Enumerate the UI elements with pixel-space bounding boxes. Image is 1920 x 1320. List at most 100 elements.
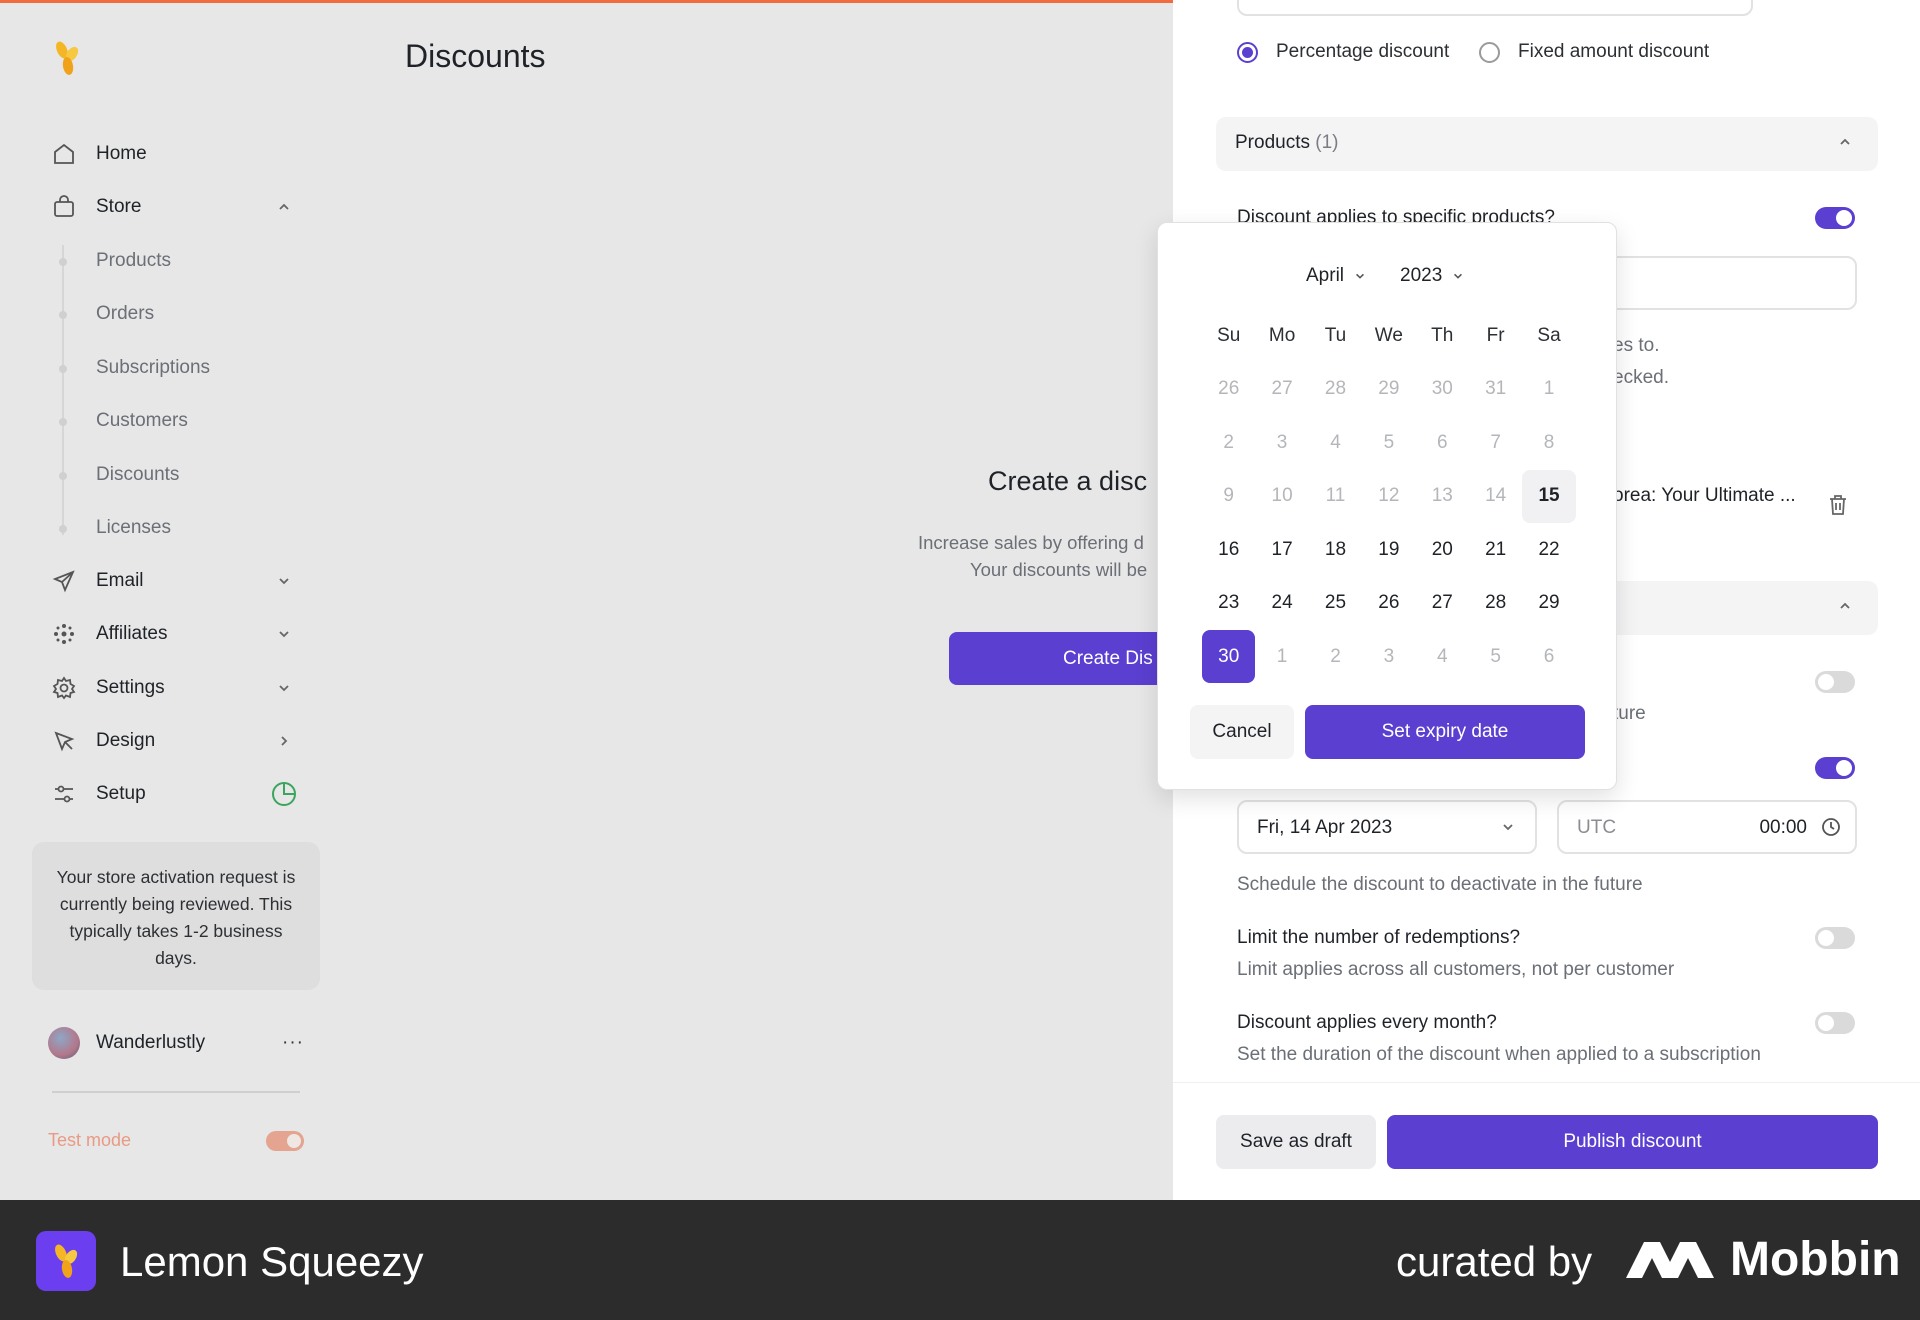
nav-email[interactable]: Email bbox=[50, 561, 302, 601]
schedule-start-toggle[interactable] bbox=[1815, 671, 1855, 693]
calendar-day: 28 bbox=[1324, 378, 1347, 400]
calendar-day: 10 bbox=[1271, 485, 1293, 507]
discount-amount-input[interactable] bbox=[1237, 0, 1753, 16]
date-picker-popover: April 2023 Su Mo Tu We Th Fr Sa 26 27 28 29 30 31 1 2 3… bbox=[1157, 222, 1617, 790]
products-section-title: Products (1) bbox=[1235, 132, 1339, 154]
calendar-day: 27 bbox=[1271, 378, 1293, 400]
radio-unselected-icon[interactable] bbox=[1479, 41, 1500, 63]
avatar bbox=[48, 1027, 80, 1059]
brand-name: Lemon Squeezy bbox=[120, 1238, 424, 1285]
monthly-toggle[interactable] bbox=[1815, 1012, 1855, 1034]
nav-affiliates[interactable]: Affiliates bbox=[50, 614, 302, 654]
calendar-day[interactable]: 17 bbox=[1255, 523, 1308, 576]
weekday-label: Sa bbox=[1537, 324, 1561, 346]
sidebar-item-orders[interactable]: Orders bbox=[96, 303, 154, 325]
products-section-header[interactable]: Products (1) bbox=[1216, 117, 1878, 171]
set-expiry-date-button[interactable]: Set expiry date bbox=[1305, 705, 1585, 759]
calendar-day[interactable]: 26 bbox=[1362, 577, 1415, 630]
calendar-day[interactable]: 15 bbox=[1522, 469, 1576, 523]
sidebar-item-discounts[interactable]: Discounts bbox=[96, 464, 179, 486]
expiry-date-select[interactable]: Fri, 14 Apr 2023 bbox=[1237, 800, 1537, 854]
create-discount-button[interactable]: Create Dis bbox=[949, 632, 1179, 685]
radio-selected-icon[interactable] bbox=[1237, 41, 1258, 63]
products-count: (1) bbox=[1315, 132, 1339, 153]
nav-store[interactable]: Store bbox=[50, 187, 302, 227]
send-icon bbox=[50, 567, 78, 595]
calendar-day[interactable]: 29 bbox=[1522, 577, 1575, 630]
calendar-day[interactable]: 24 bbox=[1255, 577, 1308, 630]
cursor-icon bbox=[50, 727, 78, 755]
sidebar-item-products[interactable]: Products bbox=[96, 250, 171, 272]
weekday-label: Mo bbox=[1268, 324, 1296, 346]
calendar-day[interactable]: 20 bbox=[1416, 523, 1469, 576]
chevron-down-icon[interactable] bbox=[272, 569, 296, 593]
specific-products-toggle[interactable] bbox=[1815, 207, 1855, 229]
month-select[interactable]: April bbox=[1306, 265, 1366, 287]
nav-settings[interactable]: Settings bbox=[50, 668, 302, 708]
chevron-up-icon[interactable] bbox=[1838, 599, 1852, 618]
sliders-icon bbox=[50, 780, 78, 808]
calendar-grid: Su Mo Tu We Th Fr Sa 26 27 28 29 30 31 1 2 3 4 5 6 7 8 9 10 11 1… bbox=[1202, 309, 1576, 684]
nav-email-label: Email bbox=[96, 570, 144, 591]
calendar-week-row: 23 24 25 26 27 28 29 bbox=[1202, 577, 1576, 631]
calendar-day[interactable]: 22 bbox=[1522, 523, 1575, 576]
test-mode-label: Test mode bbox=[48, 1130, 132, 1150]
subnav-dot bbox=[59, 525, 67, 533]
sidebar-item-licenses[interactable]: Licenses bbox=[96, 517, 171, 539]
calendar-day: 4 bbox=[1436, 645, 1448, 667]
calendar-week-row: 30 1 2 3 4 5 6 bbox=[1202, 630, 1576, 684]
calendar-day: 2 bbox=[1223, 431, 1234, 453]
weekday-label: Tu bbox=[1324, 324, 1347, 346]
curated-by-text: curated by bbox=[1396, 1238, 1593, 1285]
cancel-button[interactable]: Cancel bbox=[1190, 705, 1294, 759]
calendar-day[interactable]: 28 bbox=[1469, 577, 1522, 630]
chevron-up-icon[interactable] bbox=[272, 195, 296, 219]
empty-state-description: Increase sales by offering d bbox=[918, 532, 1144, 553]
chevron-right-icon[interactable] bbox=[272, 729, 296, 753]
more-options-icon[interactable]: ··· bbox=[282, 1032, 304, 1054]
sidebar-item-subscriptions[interactable]: Subscriptions bbox=[96, 357, 210, 379]
sidebar-item-customers[interactable]: Customers bbox=[96, 410, 188, 432]
calendar-day-selected[interactable]: 30 bbox=[1202, 630, 1256, 684]
nav-settings-label: Settings bbox=[96, 677, 165, 698]
calendar-day[interactable]: 19 bbox=[1362, 523, 1415, 576]
radio-percentage-discount[interactable]: Percentage discount bbox=[1237, 41, 1449, 63]
chevron-up-icon[interactable] bbox=[1838, 135, 1852, 154]
nav-home[interactable]: Home bbox=[50, 134, 302, 174]
radio-percentage-label: Percentage discount bbox=[1276, 41, 1450, 62]
expiry-time-input[interactable]: UTC 00:00 bbox=[1557, 800, 1857, 854]
store-subnav-line bbox=[62, 245, 64, 535]
monthly-help: Set the duration of the discount when ap… bbox=[1237, 1044, 1761, 1065]
selected-product-name: orea: Your Ultimate ... bbox=[1613, 485, 1796, 506]
user-menu[interactable]: Wanderlustly ··· bbox=[48, 1026, 304, 1060]
save-draft-button[interactable]: Save as draft bbox=[1216, 1115, 1376, 1169]
weekday-label: Su bbox=[1217, 324, 1241, 346]
publish-discount-button[interactable]: Publish discount bbox=[1387, 1115, 1878, 1169]
radio-fixed-discount[interactable]: Fixed amount discount bbox=[1479, 41, 1709, 63]
monthly-label: Discount applies every month? bbox=[1237, 1012, 1497, 1033]
subnav-dot bbox=[59, 365, 67, 373]
calendar-day[interactable]: 27 bbox=[1416, 577, 1469, 630]
test-mode-toggle[interactable] bbox=[266, 1131, 304, 1151]
calendar-day[interactable]: 23 bbox=[1202, 577, 1255, 630]
chevron-down-icon bbox=[1454, 273, 1463, 279]
calendar-day[interactable]: 16 bbox=[1202, 523, 1255, 576]
nav-design[interactable]: Design bbox=[50, 721, 302, 761]
nav-setup[interactable]: Setup bbox=[50, 774, 302, 814]
lemon-squeezy-logo-icon bbox=[36, 1231, 96, 1291]
limit-redemptions-toggle[interactable] bbox=[1815, 927, 1855, 949]
year-select[interactable]: 2023 bbox=[1400, 265, 1464, 287]
expiry-toggle[interactable] bbox=[1815, 757, 1855, 779]
calendar-day: 6 bbox=[1543, 645, 1555, 667]
calendar-day[interactable]: 18 bbox=[1309, 523, 1362, 576]
calendar-day: 14 bbox=[1485, 485, 1507, 507]
calendar-day: 1 bbox=[1276, 645, 1288, 667]
chevron-down-icon[interactable] bbox=[272, 676, 296, 700]
gear-icon bbox=[50, 674, 78, 702]
trash-icon[interactable] bbox=[1828, 494, 1848, 521]
chevron-down-icon[interactable] bbox=[272, 622, 296, 646]
lemon-squeezy-logo-icon[interactable] bbox=[50, 38, 84, 78]
calendar-day[interactable]: 21 bbox=[1469, 523, 1522, 576]
schedule-help-fragment: ture bbox=[1613, 703, 1646, 724]
calendar-day[interactable]: 25 bbox=[1309, 577, 1362, 630]
